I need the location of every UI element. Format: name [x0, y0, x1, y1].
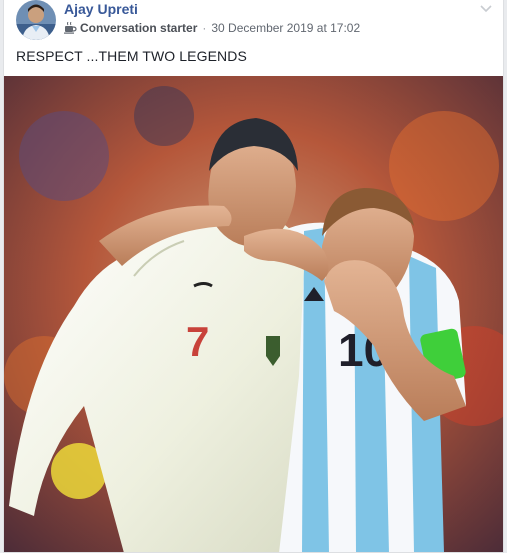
crowd-blur [389, 111, 499, 221]
meta-separator: · [202, 21, 207, 35]
post-meta: Conversation starter · 30 December 2019 … [64, 21, 360, 35]
conversation-starter-badge: Conversation starter [80, 21, 198, 35]
crowd-blur [134, 86, 194, 146]
shirt-number-7: 7 [186, 318, 209, 365]
author-name[interactable]: Ajay Upreti [64, 1, 138, 17]
author-avatar[interactable] [16, 0, 56, 40]
post-timestamp[interactable]: 30 December 2019 at 17:02 [211, 21, 360, 35]
post-text: RESPECT ...THEM TWO LEGENDS [16, 48, 247, 64]
coffee-cup-icon [64, 21, 77, 34]
chevron-down-icon[interactable] [479, 2, 493, 14]
post-photo[interactable]: 10 7 [4, 76, 504, 553]
post-card: Ajay Upreti Conversation starter · 30 De… [3, 0, 504, 553]
crowd-blur [19, 111, 109, 201]
